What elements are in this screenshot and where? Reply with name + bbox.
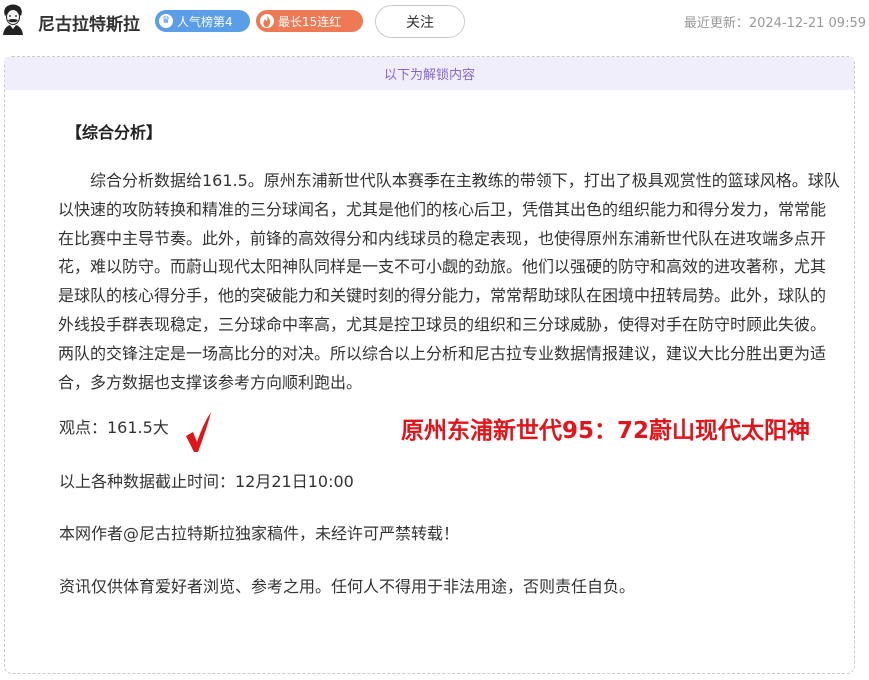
analysis-paragraph: 综合分析数据给161.5。原州东浦新世代队本赛季在主教练的带领下，打出了极具观赏… (58, 171, 840, 392)
disclaimer-text: 资讯仅供体育爱好者浏览、参考之用。任何人不得用于非法用途，否则责任自负。 (59, 577, 636, 596)
section-title: 【综合分析】 (66, 123, 163, 142)
streak-badge-label: 最长15连红 (278, 14, 342, 29)
portrait-sketch-icon (0, 3, 26, 35)
follow-button[interactable]: 关注 (375, 5, 465, 38)
avatar[interactable] (0, 3, 26, 35)
data-cutoff-time: 以上各种数据截止时间：12月21日10:00 (59, 472, 354, 491)
unlock-notice: 以下为解锁内容 (5, 57, 854, 90)
article-page: 尼古拉特斯拉 ♛ 人气榜第4 最长15连红 关注 最近更新：2024-12-21… (0, 0, 869, 680)
flame-shape (263, 15, 271, 27)
checkmark-icon (186, 412, 211, 452)
last-updated-time: 最近更新：2024-12-21 09:59 (683, 16, 866, 31)
rank-badge-label: 人气榜第4 (177, 14, 233, 29)
rank-badge: ♛ 人气榜第4 (155, 10, 250, 32)
streak-badge: 最长15连红 (256, 10, 363, 32)
author-name[interactable]: 尼古拉特斯拉 (38, 10, 140, 35)
crown-icon: ♛ (159, 14, 173, 28)
viewpoint-text: 观点：161.5大 (59, 418, 169, 437)
final-score: 原州东浦新世代95：72蔚山现代太阳神 (401, 418, 811, 444)
author-header: 尼古拉特斯拉 ♛ 人气榜第4 最长15连红 关注 最近更新：2024-12-21… (0, 0, 869, 44)
copyright-notice: 本网作者@尼古拉特斯拉独家稿件，未经许可严禁转载！ (59, 524, 460, 543)
flame-icon (260, 14, 274, 28)
